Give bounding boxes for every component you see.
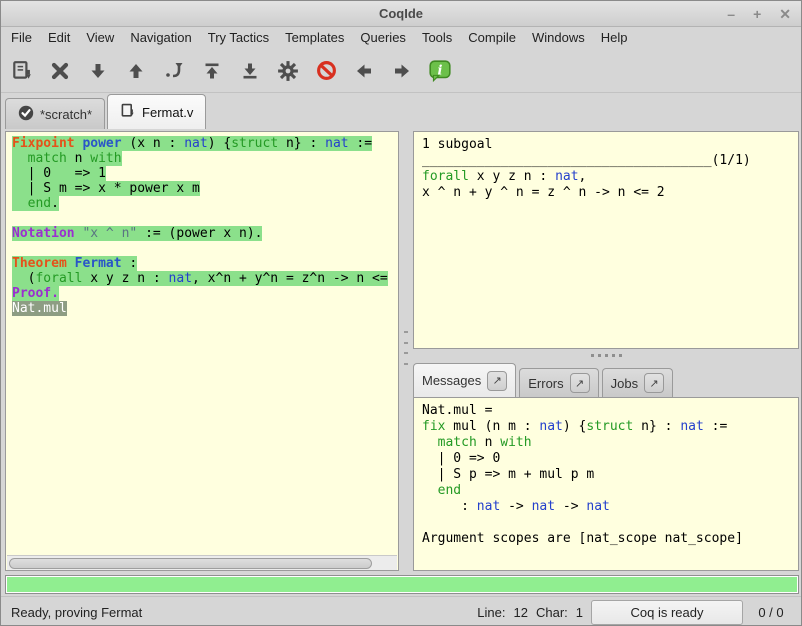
go-to-cursor-icon[interactable] — [161, 58, 187, 84]
goals-pane[interactable]: 1 subgoal_______________________________… — [413, 131, 799, 349]
next-occurrence-icon[interactable] — [389, 58, 415, 84]
about-info-icon[interactable]: i — [427, 58, 453, 84]
run-to-end-icon[interactable] — [237, 58, 263, 84]
detach-errors-icon[interactable]: ↗ — [570, 373, 590, 393]
tab-fermat-label: Fermat.v — [142, 105, 193, 120]
progress-bar-fill — [6, 576, 798, 593]
close-buffer-icon[interactable] — [47, 58, 73, 84]
editor-horizontal-scrollbar — [7, 555, 397, 570]
preferences-gear-icon[interactable] — [275, 58, 301, 84]
menu-file[interactable]: File — [3, 27, 40, 49]
restart-icon[interactable] — [199, 58, 225, 84]
minimize-button[interactable]: – — [727, 1, 735, 27]
menu-queries[interactable]: Queries — [352, 27, 414, 49]
menu-edit[interactable]: Edit — [40, 27, 78, 49]
job-counter: 0 / 0 — [751, 605, 791, 620]
progress-bar — [5, 575, 799, 594]
menu-compile[interactable]: Compile — [460, 27, 524, 49]
save-icon[interactable] — [9, 58, 35, 84]
scrollbar-thumb[interactable] — [9, 558, 372, 569]
goals-code: 1 subgoal_______________________________… — [422, 137, 790, 201]
horizontal-splitter-handle[interactable] — [413, 349, 799, 361]
tab-jobs-label: Jobs — [611, 376, 638, 391]
detach-jobs-icon[interactable]: ↗ — [644, 373, 664, 393]
close-button[interactable]: ✕ — [779, 1, 791, 27]
menu-view[interactable]: View — [78, 27, 122, 49]
document-tabbar: *scratch* Fermat.v — [1, 93, 801, 129]
menu-help[interactable]: Help — [593, 27, 636, 49]
window-controls: – + ✕ — [727, 1, 791, 27]
line-number: 12 — [514, 605, 528, 620]
tab-scratch[interactable]: *scratch* — [5, 98, 105, 129]
feedback-tabbar: Messages ↗ Errors ↗ Jobs ↗ — [413, 361, 799, 397]
detach-messages-icon[interactable]: ↗ — [487, 371, 507, 391]
menu-try-tactics[interactable]: Try Tactics — [200, 27, 277, 49]
tab-errors[interactable]: Errors ↗ — [519, 368, 598, 397]
line-label: Line: — [477, 605, 505, 620]
svg-text:i: i — [438, 63, 443, 78]
menubar: File Edit View Navigation Try Tactics Te… — [1, 27, 801, 49]
messages-pane[interactable]: Nat.mul =fix mul (n m : nat) {struct n} … — [413, 397, 799, 571]
tab-scratch-label: *scratch* — [40, 107, 92, 122]
titlebar[interactable]: CoqIde – + ✕ — [1, 1, 801, 27]
char-label: Char: — [536, 605, 568, 620]
tab-messages-label: Messages — [422, 373, 481, 388]
tab-messages[interactable]: Messages ↗ — [413, 363, 516, 397]
coqide-window: CoqIde – + ✕ File Edit View Navigation T… — [0, 0, 802, 626]
status-message: Ready, proving Fermat — [11, 605, 142, 620]
editor-code[interactable]: Fixpoint power (x n : nat) {struct n} : … — [6, 132, 398, 554]
step-backward-icon[interactable] — [123, 58, 149, 84]
check-circle-icon — [18, 105, 34, 124]
statusbar: Ready, proving Fermat Line: 12 Char: 1 C… — [1, 596, 801, 626]
tab-jobs[interactable]: Jobs ↗ — [602, 368, 673, 397]
interrupt-stop-icon[interactable] — [313, 58, 339, 84]
messages-code: Nat.mul =fix mul (n m : nat) {struct n} … — [422, 403, 790, 547]
tab-errors-label: Errors — [528, 376, 563, 391]
step-forward-icon[interactable] — [85, 58, 111, 84]
maximize-button[interactable]: + — [753, 1, 761, 27]
script-editor-pane: Fixpoint power (x n : nat) {struct n} : … — [5, 131, 399, 571]
window-title: CoqIde — [379, 6, 423, 21]
menu-templates[interactable]: Templates — [277, 27, 352, 49]
previous-occurrence-icon[interactable] — [351, 58, 377, 84]
menu-windows[interactable]: Windows — [524, 27, 593, 49]
menu-tools[interactable]: Tools — [414, 27, 460, 49]
document-icon — [120, 103, 136, 122]
tab-fermat[interactable]: Fermat.v — [107, 94, 206, 129]
toolbar: i — [1, 49, 801, 93]
menu-navigation[interactable]: Navigation — [122, 27, 199, 49]
coq-state-button[interactable]: Coq is ready — [591, 600, 743, 625]
vertical-splitter-handle[interactable] — [403, 331, 409, 365]
char-number: 1 — [576, 605, 583, 620]
